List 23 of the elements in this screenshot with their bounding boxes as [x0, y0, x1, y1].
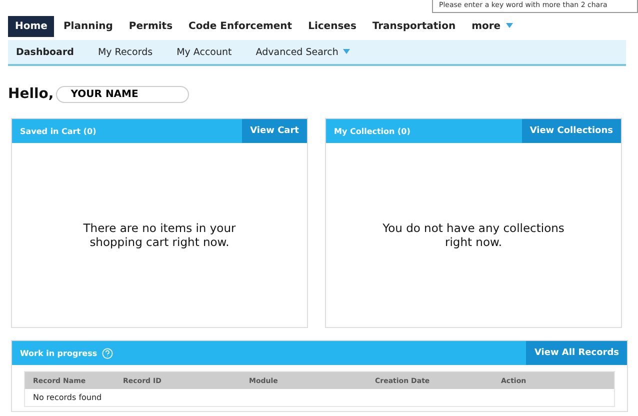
empty-message: You do not have any collections right now. — [382, 221, 566, 249]
empty-table-message: No records found — [32, 392, 103, 404]
user-name: YOUR NAME — [56, 86, 190, 102]
card-title: Saved in Cart (0) — [19, 126, 98, 136]
sub-nav-link[interactable]: My Account — [176, 46, 232, 58]
help-icon[interactable] — [102, 348, 114, 358]
nav-tab[interactable]: Planning — [56, 16, 120, 36]
nav-tab[interactable]: Home — [8, 16, 54, 36]
sub-nav-link[interactable]: My Records — [98, 46, 153, 58]
card-title: My Collection (0) — [333, 126, 412, 136]
greeting: Hello, — [8, 86, 54, 102]
nav-tab[interactable]: Code Enforcement — [182, 16, 300, 36]
empty-message: There are no items in your shopping cart right now. — [82, 221, 237, 249]
nav-tab[interactable]: Permits — [122, 16, 180, 36]
nav-tab[interactable]: Licenses — [301, 16, 364, 36]
view-all-records-button[interactable]: View All Records — [526, 341, 627, 365]
nav-tab[interactable]: Transportation — [365, 16, 463, 36]
sub-nav-link[interactable]: Advanced Search — [256, 46, 350, 58]
nav-tab[interactable]: more — [464, 16, 520, 36]
view-button[interactable]: View Collections — [522, 119, 621, 143]
sub-nav-link[interactable]: Dashboard — [16, 46, 74, 58]
card-title: Work in progress — [20, 348, 98, 358]
view-button[interactable]: View Cart — [242, 119, 307, 143]
